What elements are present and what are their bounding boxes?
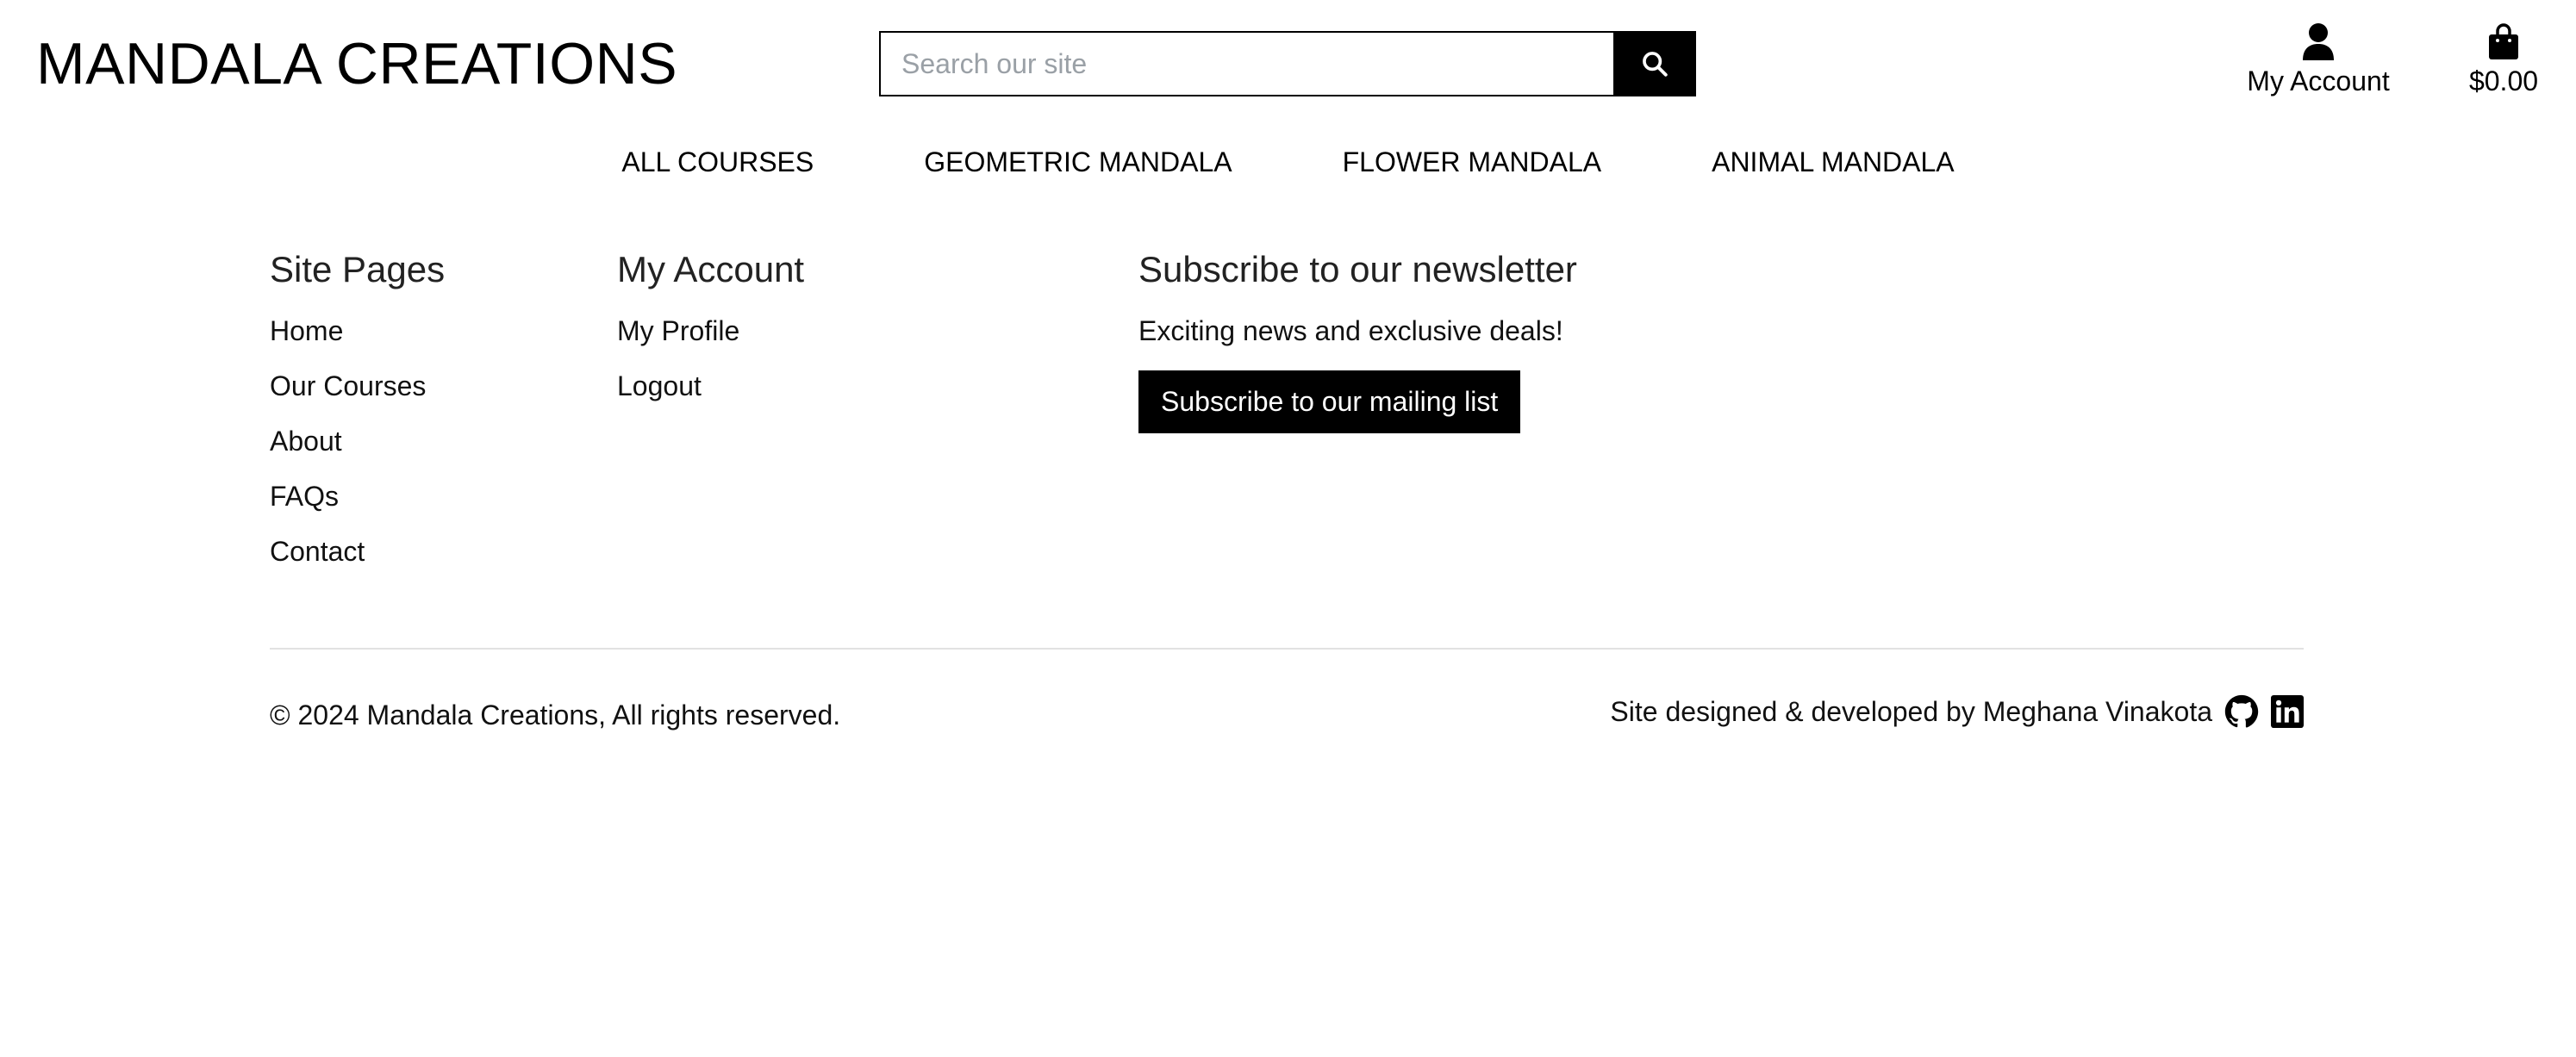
linkedin-icon [2271, 695, 2304, 728]
my-account-label: My Account [2247, 65, 2390, 96]
credits-text: Site designed & developed by Meghana Vin… [1610, 695, 2212, 727]
my-account-heading: My Account [617, 249, 805, 289]
shopping-bag-icon [2489, 23, 2518, 59]
footer-link-our-courses[interactable]: Our Courses [270, 358, 445, 413]
search-input[interactable] [879, 31, 1613, 96]
my-account-link[interactable]: My Account [2241, 22, 2396, 97]
copyright-text: © 2024 Mandala Creations, All rights res… [270, 699, 841, 731]
main-nav: ALL COURSES GEOMETRIC MANDALA FLOWER MAN… [0, 146, 2576, 178]
nav-flower-mandala[interactable]: FLOWER MANDALA [1343, 146, 1601, 178]
github-icon [2224, 694, 2259, 728]
github-link[interactable] [2224, 694, 2259, 729]
nav-geometric-mandala[interactable]: GEOMETRIC MANDALA [924, 146, 1232, 178]
footer-newsletter: Subscribe to our newsletter Exciting new… [1138, 248, 1577, 433]
footer-site-pages: Site Pages Home Our Courses About FAQs C… [270, 248, 445, 579]
user-icon [2303, 23, 2334, 60]
nav-animal-mandala[interactable]: ANIMAL MANDALA [1712, 146, 1955, 178]
search-icon [1643, 52, 1668, 77]
footer-divider [270, 648, 2304, 650]
footer-link-home[interactable]: Home [270, 303, 445, 358]
search-button[interactable] [1613, 31, 1696, 96]
page: MANDALA CREATIONS My Account $0.00 ALL C… [0, 0, 2576, 1057]
cart-link[interactable]: $0.00 [2456, 22, 2551, 97]
site-pages-heading: Site Pages [270, 249, 446, 289]
credits: Site designed & developed by Meghana Vin… [1610, 694, 2304, 729]
subscribe-button[interactable]: Subscribe to our mailing list [1138, 370, 1521, 433]
footer-link-contact[interactable]: Contact [270, 524, 445, 579]
newsletter-heading: Subscribe to our newsletter [1138, 249, 1577, 289]
cart-total: $0.00 [2468, 65, 2539, 96]
newsletter-text: Exciting news and exclusive deals! [1138, 315, 1563, 346]
footer-link-my-profile[interactable]: My Profile [617, 303, 804, 358]
footer-link-about[interactable]: About [270, 413, 445, 469]
brand-logo-link[interactable]: MANDALA CREATIONS [36, 29, 677, 98]
footer-link-logout[interactable]: Logout [617, 358, 804, 413]
footer-link-faqs[interactable]: FAQs [270, 469, 445, 524]
search-form [879, 31, 1696, 96]
linkedin-link[interactable] [2271, 695, 2304, 728]
footer-my-account: My Account My Profile Logout [617, 248, 804, 413]
nav-all-courses[interactable]: ALL COURSES [621, 146, 814, 178]
